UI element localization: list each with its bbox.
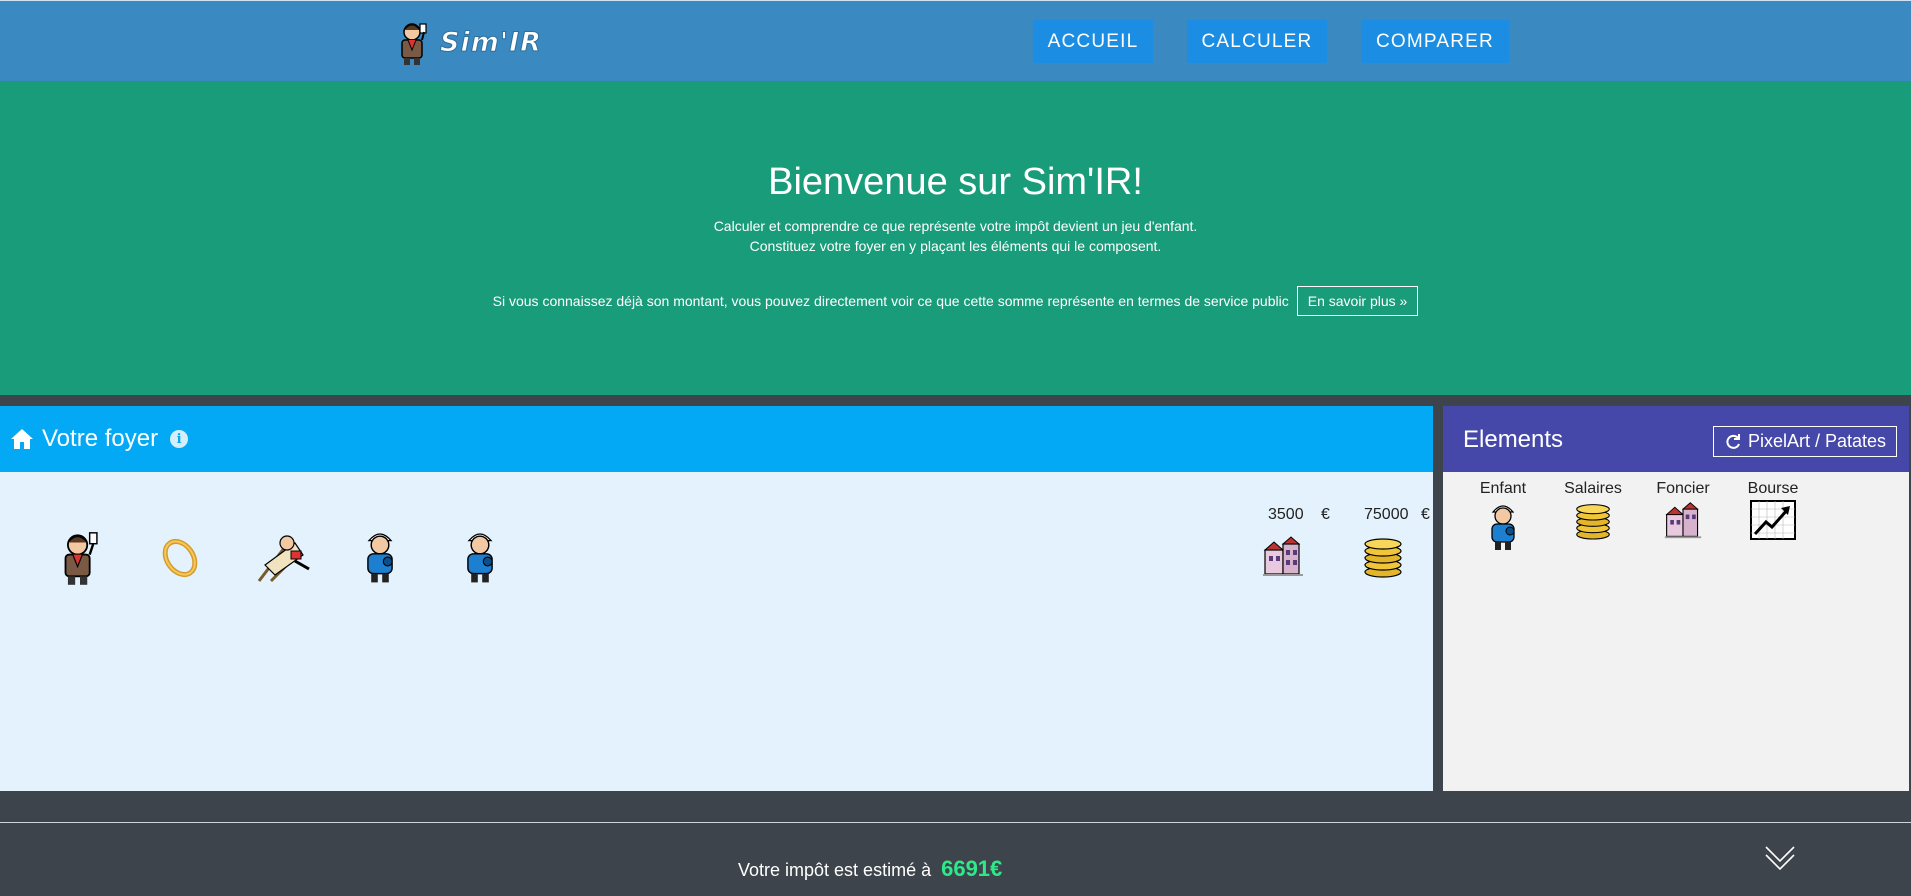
pixelart-toggle-button[interactable]: PixelArt / Patates [1712, 426, 1897, 457]
navbar: Sim'IR ACCUEIL CALCULER COMPARER [0, 0, 1911, 81]
nav-calculer[interactable]: CALCULER [1187, 20, 1327, 63]
building-icon [1664, 502, 1702, 539]
alliance-token[interactable] [152, 530, 208, 586]
hero-title: Bienvenue sur Sim'IR! [768, 161, 1143, 203]
child-icon [1491, 505, 1515, 550]
foncier-currency: € [1321, 506, 1330, 523]
element-foncier[interactable]: Foncier [1643, 480, 1723, 545]
foyer-title: Votre foyer [42, 425, 159, 452]
info-icon[interactable]: i [170, 430, 189, 448]
hero-banner: Bienvenue sur Sim'IR! Calculer et compre… [0, 81, 1911, 395]
home-icon [11, 429, 33, 449]
enfant-token[interactable] [352, 525, 408, 587]
foncier-token[interactable] [1258, 532, 1308, 580]
element-bourse[interactable]: Bourse [1733, 480, 1813, 545]
tax-estimate-bar: Votre impôt est estimé à 6691€ [0, 822, 1911, 896]
child-icon [467, 533, 493, 583]
element-enfant[interactable]: Enfant [1463, 480, 1543, 557]
child-icon [367, 533, 393, 583]
foncier-amount[interactable]: 3500 [1268, 506, 1304, 524]
retraite-token[interactable] [248, 522, 318, 588]
salaires-amount[interactable]: 75000 [1364, 506, 1409, 524]
learn-more-button[interactable]: En savoir plus » [1296, 286, 1419, 316]
coins-icon [1576, 504, 1610, 540]
elements-palette: Enfant Salaires Foncier Bourse [1443, 472, 1909, 791]
hero-line-2: Constituez votre foyer en y plaçant les … [749, 238, 1162, 254]
building-icon [1263, 536, 1303, 576]
salaires-token[interactable] [1358, 532, 1408, 580]
foyer-dropzone[interactable]: 3500 € 75000 € [0, 472, 1433, 791]
tax-estimate-label: Votre impôt est estimé à [738, 860, 932, 880]
brand-logo[interactable]: Sim'IR [392, 17, 542, 67]
enfant-token[interactable] [452, 525, 508, 587]
elements-title: Elements [1463, 426, 1564, 453]
element-salaires[interactable]: Salaires [1553, 480, 1633, 545]
mascot-icon [401, 23, 427, 65]
nav-accueil[interactable]: ACCUEIL [1033, 20, 1153, 63]
element-foncier-label: Foncier [1656, 480, 1710, 497]
chevron-down-icon[interactable] [1764, 843, 1796, 873]
element-salaires-label: Salaires [1564, 480, 1622, 497]
tax-estimate: Votre impôt est estimé à 6691€ [738, 856, 1002, 882]
hero-line-3: Si vous connaissez déjà son montant, vou… [0, 286, 1911, 316]
divider [0, 395, 1911, 406]
ring-icon [162, 538, 198, 578]
stock-chart-icon [1750, 500, 1796, 540]
hero-line-3-text: Si vous connaissez déjà son montant, vou… [492, 293, 1289, 309]
deckchair-icon [257, 535, 310, 583]
hero-line-1: Calculer et comprendre ce que représente… [713, 218, 1198, 234]
tax-estimate-value: 6691€ [941, 856, 1003, 881]
coins-icon [1364, 538, 1402, 578]
declarant-icon [64, 532, 98, 585]
foyer-header: Votre foyer i [0, 406, 1433, 472]
refresh-icon [1726, 433, 1740, 449]
elements-header: Elements PixelArt / Patates [1443, 406, 1909, 472]
element-enfant-label: Enfant [1479, 480, 1527, 497]
brand-title: Sim'IR [440, 26, 542, 58]
pixelart-toggle-label: PixelArt / Patates [1747, 431, 1886, 451]
nav-comparer[interactable]: COMPARER [1361, 20, 1509, 63]
salaires-currency: € [1421, 506, 1430, 523]
element-bourse-label: Bourse [1747, 480, 1799, 497]
declarant-token[interactable] [50, 527, 110, 587]
